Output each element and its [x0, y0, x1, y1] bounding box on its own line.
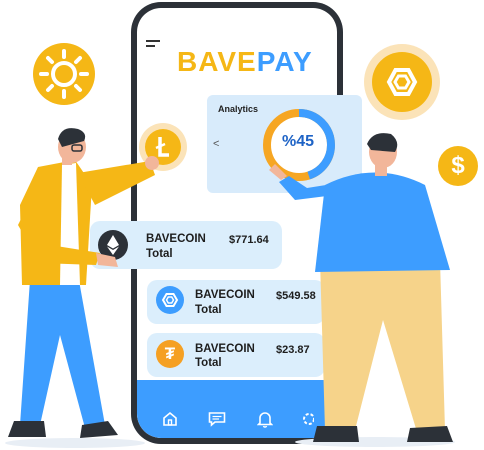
app-logo: BAVEPAY	[177, 46, 313, 78]
logo-part-bave: BAVE	[177, 46, 257, 77]
logo-part-pay: PAY	[256, 46, 313, 77]
left-person-illustration	[5, 128, 159, 448]
hexagon-coin-icon	[364, 44, 440, 120]
coin-card-3-label: Total	[195, 357, 222, 369]
coin-card-3-name: BAVECOIN	[195, 343, 255, 355]
chevron-left-icon[interactable]: <	[213, 138, 219, 150]
sun-coin-icon	[33, 43, 95, 105]
chat-icon[interactable]	[208, 411, 226, 427]
coin-card-2-name: BAVECOIN	[195, 289, 255, 301]
coin-card-2-label: Total	[195, 304, 222, 316]
illustration-scene: $ BAVEPAY Analytics < %45 BAVECOIN Total…	[0, 0, 484, 450]
menu-icon[interactable]	[146, 40, 160, 48]
analytics-title: Analytics	[218, 104, 259, 114]
right-person-illustration	[269, 133, 455, 447]
